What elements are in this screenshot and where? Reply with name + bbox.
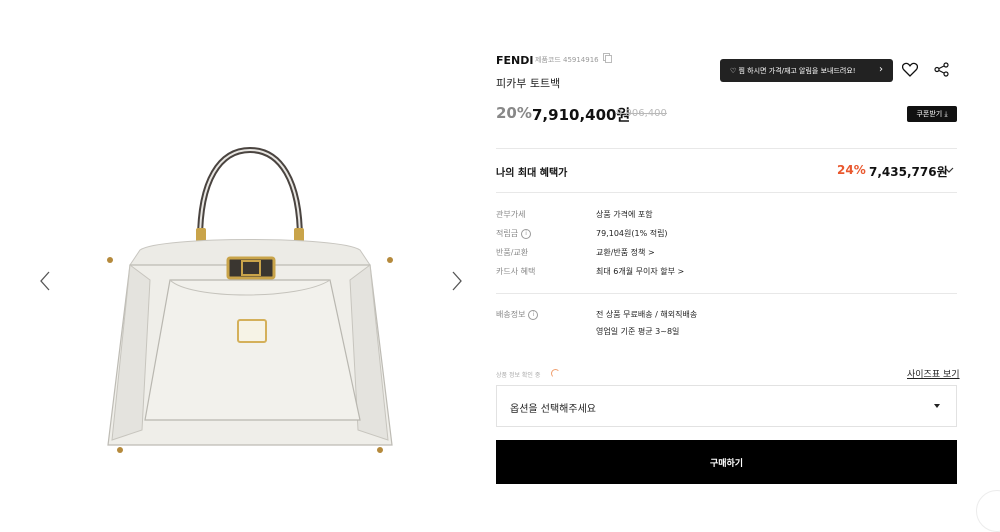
divider	[496, 192, 957, 193]
info-label-points: 적립금 i	[496, 228, 532, 239]
loading-label: 상품 정보 확인 중	[496, 372, 541, 379]
restock-alert-tooltip[interactable]: ♡ 찜 하시면 가격/재고 알림을 보내드려요! ›	[720, 59, 893, 82]
info-icon[interactable]: i	[528, 309, 539, 320]
product-code: 제품코드 45914916	[535, 56, 599, 64]
share-icon[interactable]	[934, 62, 949, 77]
brand-name[interactable]: FENDI	[496, 54, 533, 67]
heart-icon[interactable]	[902, 62, 918, 77]
coupon-button[interactable]: 쿠폰받기 ⤓	[907, 106, 957, 122]
copy-icon[interactable]	[603, 53, 612, 63]
size-guide-link[interactable]: 사이즈표 보기	[907, 367, 960, 380]
info-value-points: 79,104원(1% 적립)	[596, 229, 668, 238]
option-select-placeholder: 옵션을 선택해주세요	[510, 404, 596, 415]
shipping-label: 배송정보 i	[496, 309, 539, 320]
info-label-returns: 반품/교환	[496, 248, 529, 257]
card-benefit-link[interactable]: 최대 6개월 무이자 할부 >	[596, 266, 684, 277]
divider	[496, 148, 957, 149]
chevron-right-icon	[452, 271, 462, 291]
chevron-left-icon	[40, 271, 50, 291]
max-benefit-price: 7,435,776원	[869, 165, 948, 179]
discount-rate: 20%	[496, 104, 532, 122]
next-image-arrow[interactable]	[450, 270, 470, 294]
product-name: 피카부 토트백	[496, 77, 561, 90]
original-price: 9,906,400	[616, 108, 667, 119]
max-benefit-label: 나의 최대 혜택가	[496, 168, 568, 179]
product-image	[107, 146, 393, 453]
shipping-line-2: 영업일 기준 평균 3~8일	[596, 327, 680, 336]
divider	[496, 293, 957, 294]
returns-policy-link[interactable]: 교환/반품 정책 >	[596, 247, 655, 258]
shipping-label-text: 배송정보	[496, 310, 526, 319]
chevron-right-icon: ›	[879, 64, 883, 75]
loading-spinner-icon	[551, 369, 560, 378]
prev-image-arrow[interactable]	[38, 270, 58, 294]
tooltip-text: ♡ 찜 하시면 가격/재고 알림을 보내드려요!	[730, 66, 856, 75]
option-select[interactable]: 옵션을 선택해주세요	[496, 385, 957, 427]
caret-down-icon	[934, 404, 940, 408]
points-label-text: 적립금	[496, 229, 519, 238]
buy-button[interactable]: 구매하기	[496, 440, 957, 484]
max-benefit-percent: 24%	[837, 163, 866, 177]
corner-decoration	[976, 490, 1000, 532]
shipping-line-1: 전 상품 무료배송 / 해외직배송	[596, 310, 698, 319]
chevron-down-icon[interactable]	[944, 166, 954, 174]
info-icon[interactable]: i	[521, 228, 532, 239]
info-label-card: 카드사 혜택	[496, 267, 536, 276]
info-label-duty: 관부가세	[496, 210, 526, 219]
info-value-duty: 상품 가격에 포함	[596, 210, 653, 219]
